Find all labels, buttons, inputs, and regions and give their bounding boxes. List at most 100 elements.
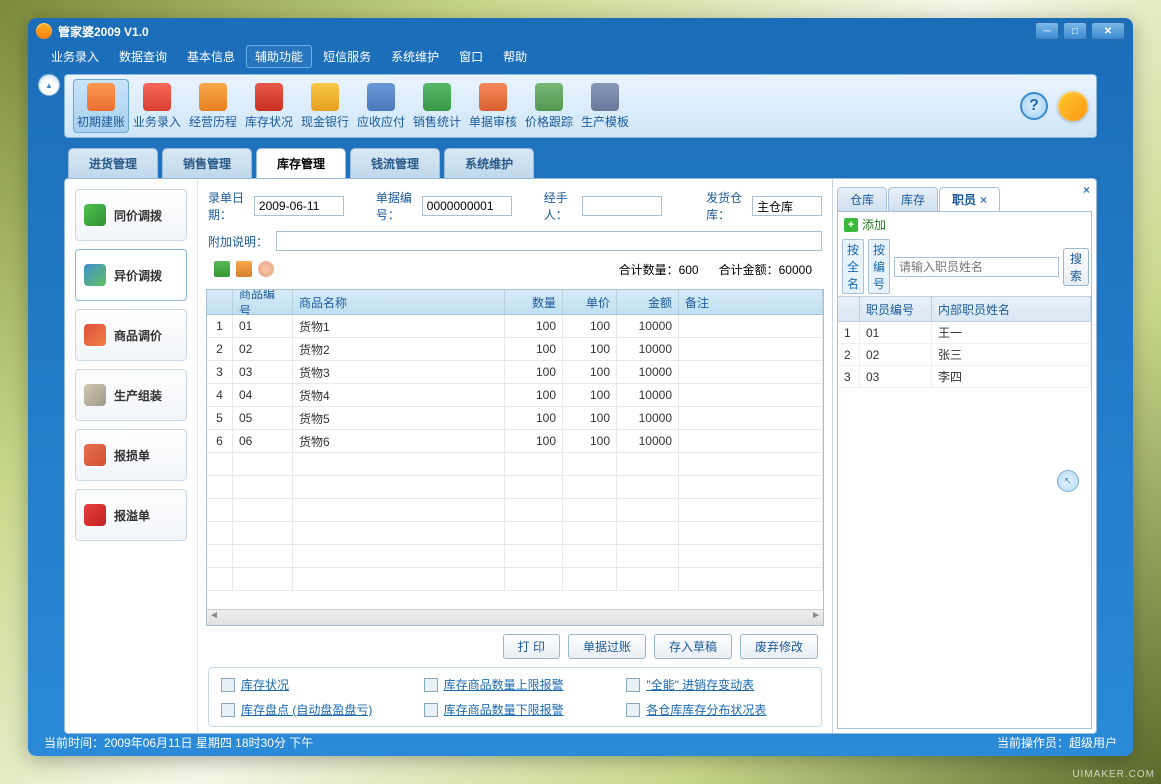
col-amt[interactable]: 金额 [617, 290, 679, 314]
toolbar-4[interactable]: 现金银行 [297, 79, 353, 133]
menu-5[interactable]: 系统维护 [382, 45, 448, 68]
filter-by-fullname[interactable]: 按全名 [842, 239, 864, 294]
table-row[interactable]: 404货物410010010000 [207, 384, 823, 407]
table-row[interactable] [207, 522, 823, 545]
grid-scrollbar[interactable] [207, 609, 823, 625]
toolbar-2[interactable]: 经营历程 [185, 79, 241, 133]
tab-close-icon[interactable]: × [980, 193, 987, 207]
table-row[interactable] [207, 476, 823, 499]
help-icon[interactable]: ? [1020, 92, 1048, 120]
toolbar-7[interactable]: 单据审核 [465, 79, 521, 133]
toolbar-0[interactable]: 初期建账 [73, 79, 129, 133]
table-row[interactable]: 101货物110010010000 [207, 315, 823, 338]
link-5[interactable]: 各仓库库存分布状况表 [626, 701, 809, 718]
mini-icon-2[interactable] [236, 261, 252, 277]
rp-col-code[interactable]: 职员编号 [860, 297, 932, 321]
link-3[interactable]: 库存盘点 (自动盘盈盘亏) [221, 701, 404, 718]
table-row[interactable]: 606货物610010010000 [207, 430, 823, 453]
menu-6[interactable]: 窗口 [450, 45, 492, 68]
close-button[interactable]: ✕ [1091, 22, 1125, 40]
col-name[interactable]: 商品名称 [293, 290, 505, 314]
link-2[interactable]: "全能" 进销存变动表 [626, 676, 809, 693]
col-price[interactable]: 单价 [563, 290, 617, 314]
tab-2[interactable]: 库存管理 [256, 148, 346, 178]
tab-3[interactable]: 钱流管理 [350, 148, 440, 178]
print-button[interactable]: 打 印 [503, 634, 560, 659]
toolbar-icon-7 [479, 83, 507, 111]
menu-0[interactable]: 业务录入 [42, 45, 108, 68]
menu-2[interactable]: 基本信息 [178, 45, 244, 68]
toolbar-icon-3 [255, 83, 283, 111]
table-row[interactable]: 202货物210010010000 [207, 338, 823, 361]
handler-input[interactable] [582, 196, 662, 216]
note-input[interactable] [276, 231, 822, 251]
table-row[interactable]: 303货物310010010000 [207, 361, 823, 384]
table-row[interactable] [207, 568, 823, 591]
warehouse-input[interactable] [752, 196, 822, 216]
total-qty: 合计数量：600 [619, 261, 699, 278]
table-row[interactable] [207, 545, 823, 568]
discard-button[interactable]: 废弃修改 [740, 634, 818, 659]
logo-swirl-icon[interactable] [1058, 91, 1088, 121]
rp-tab-1[interactable]: 库存 [888, 187, 938, 211]
toolbar-5[interactable]: 应收应付 [353, 79, 409, 133]
col-rownum[interactable] [207, 290, 233, 314]
menu-4[interactable]: 短信服务 [314, 45, 380, 68]
rp-col-num[interactable] [838, 297, 860, 321]
staff-list[interactable]: 101王一202张三303李四 ↖ [838, 322, 1091, 728]
sidebar: 同价调拨异价调拨商品调价生产组装报损单报溢单 [65, 179, 197, 733]
tab-4[interactable]: 系统维护 [444, 148, 534, 178]
sidebar-item-5[interactable]: 报溢单 [75, 489, 187, 541]
filter-by-code[interactable]: 按编号 [868, 239, 890, 294]
toolbar-9[interactable]: 生产模板 [577, 79, 633, 133]
save-draft-button[interactable]: 存入草稿 [654, 634, 732, 659]
sidebar-item-2[interactable]: 商品调价 [75, 309, 187, 361]
scroll-up-icon[interactable]: ↖ [1057, 470, 1079, 492]
minimize-button[interactable]: ─ [1035, 22, 1059, 40]
mini-icon-3[interactable] [258, 261, 274, 277]
tab-1[interactable]: 销售管理 [162, 148, 252, 178]
link-1[interactable]: 库存商品数量上限报警 [424, 676, 607, 693]
sidebar-item-1[interactable]: 异价调拨 [75, 249, 187, 301]
link-4[interactable]: 库存商品数量下限报警 [424, 701, 607, 718]
titlebar[interactable]: 管家婆2009 V1.0 ─ □ ✕ [28, 18, 1133, 44]
menu-1[interactable]: 数据查询 [110, 45, 176, 68]
table-row[interactable] [207, 499, 823, 522]
search-button[interactable]: 搜索 [1063, 248, 1089, 286]
col-code[interactable]: 商品编号 [233, 290, 293, 314]
mini-icon-1[interactable] [214, 261, 230, 277]
menubar: 业务录入数据查询基本信息辅助功能短信服务系统维护窗口帮助 [28, 44, 1133, 68]
date-input[interactable] [254, 196, 344, 216]
add-button[interactable]: + 添加 [838, 212, 1091, 237]
post-button[interactable]: 单据过账 [568, 634, 646, 659]
rp-col-name[interactable]: 内部职员姓名 [932, 297, 1091, 321]
col-qty[interactable]: 数量 [505, 290, 563, 314]
staff-row[interactable]: 303李四 [838, 366, 1091, 388]
sidebar-item-3[interactable]: 生产组装 [75, 369, 187, 421]
maximize-button[interactable]: □ [1063, 22, 1087, 40]
toolbar: 初期建账业务录入经营历程库存状况现金银行应收应付销售统计单据审核价格跟踪生产模板… [64, 74, 1097, 138]
sidebar-item-0[interactable]: 同价调拨 [75, 189, 187, 241]
toolbar-1[interactable]: 业务录入 [129, 79, 185, 133]
panel-close-icon[interactable]: × [1083, 183, 1090, 197]
menu-3[interactable]: 辅助功能 [246, 45, 312, 68]
rp-tab-2[interactable]: 职员× [939, 187, 1000, 211]
grid-body[interactable]: 101货物110010010000202货物210010010000303货物3… [207, 315, 823, 609]
col-note[interactable]: 备注 [679, 290, 823, 314]
toolbar-3[interactable]: 库存状况 [241, 79, 297, 133]
collapse-toolbar-button[interactable] [38, 74, 60, 96]
tab-0[interactable]: 进货管理 [68, 148, 158, 178]
content-area: 同价调拨异价调拨商品调价生产组装报损单报溢单 录单日期： 单据编号： 经手人： … [64, 178, 1097, 734]
toolbar-8[interactable]: 价格跟踪 [521, 79, 577, 133]
link-0[interactable]: 库存状况 [221, 676, 404, 693]
table-row[interactable]: 505货物510010010000 [207, 407, 823, 430]
staff-row[interactable]: 101王一 [838, 322, 1091, 344]
menu-7[interactable]: 帮助 [494, 45, 536, 68]
staff-row[interactable]: 202张三 [838, 344, 1091, 366]
rp-tab-0[interactable]: 仓库 [837, 187, 887, 211]
table-row[interactable] [207, 453, 823, 476]
staff-search-input[interactable] [894, 257, 1059, 277]
sidebar-item-4[interactable]: 报损单 [75, 429, 187, 481]
docno-input[interactable] [422, 196, 512, 216]
toolbar-6[interactable]: 销售统计 [409, 79, 465, 133]
